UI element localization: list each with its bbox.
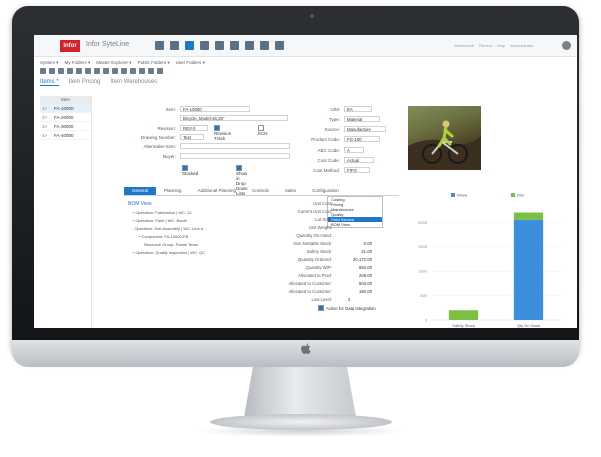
monitor-frame [12,6,579,361]
camera [310,14,314,18]
monitor-stand-neck [244,367,356,417]
apple-logo-icon [301,343,311,354]
monitor-chin [12,340,579,367]
monitor-stand-base [210,414,392,430]
